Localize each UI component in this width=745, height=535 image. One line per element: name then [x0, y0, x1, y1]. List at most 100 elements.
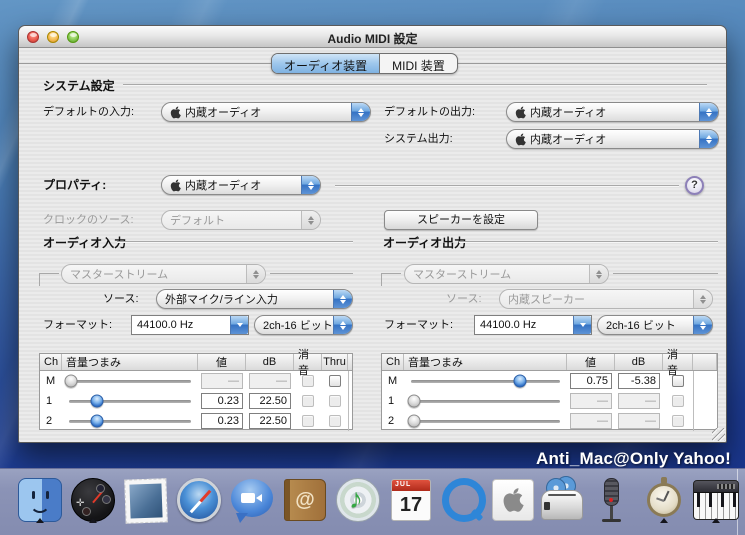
apple-icon: [515, 133, 526, 145]
output-bit-depth-popup[interactable]: 2ch-16 ビット: [597, 315, 713, 335]
col-ch: Ch: [40, 354, 62, 370]
default-output-label: デフォルトの出力:: [384, 106, 476, 118]
configure-speakers-button[interactable]: スピーカーを設定: [384, 210, 538, 230]
output-sample-rate-combo[interactable]: 44100.0 Hz: [474, 315, 592, 335]
db-field[interactable]: 22.50: [249, 393, 291, 409]
dock: ✛ @ ♪ JUL 17: [0, 468, 745, 535]
input-stream-popup: マスターストリーム: [61, 264, 266, 284]
col-thru: Thru: [322, 354, 348, 370]
thru-checkbox[interactable]: [329, 375, 341, 387]
output-row-master: M 0.75 -5.38: [382, 371, 717, 391]
input-row-2: 2 0.23 22.50: [40, 411, 352, 431]
input-sample-rate-combo[interactable]: 44100.0 Hz: [131, 315, 249, 335]
col-value: 値: [567, 354, 615, 370]
popup-arrows-icon: [699, 130, 718, 148]
running-indicator: [36, 518, 44, 523]
system-settings-header: システム設定: [43, 79, 115, 93]
titlebar[interactable]: Audio MIDI 設定: [19, 26, 726, 48]
popup-arrows-icon: [333, 316, 352, 334]
value-field: —: [201, 373, 243, 389]
value-field[interactable]: 0.23: [201, 413, 243, 429]
col-db: dB: [246, 354, 294, 370]
group-corner: [613, 273, 718, 274]
value-field[interactable]: 0.23: [201, 393, 243, 409]
default-input-popup[interactable]: 内蔵オーディオ: [161, 102, 371, 122]
dock-icon-apple-box[interactable]: [489, 476, 537, 524]
popup-arrows-icon: [301, 211, 320, 229]
dock-icon-finder[interactable]: [16, 476, 64, 524]
popup-arrows-icon: [699, 103, 718, 121]
dock-icon-quicktime[interactable]: [440, 476, 488, 524]
desktop: Audio MIDI 設定 オーディオ装置 MIDI 装置 システム設定 デフォ…: [0, 0, 745, 535]
col-volume: 音量つまみ: [62, 354, 198, 370]
system-settings-rule: [123, 84, 707, 86]
system-output-label: システム出力:: [384, 133, 453, 145]
system-output-popup[interactable]: 内蔵オーディオ: [506, 129, 719, 149]
col-ch: Ch: [382, 354, 404, 370]
input-source-popup[interactable]: 外部マイク/ライン入力: [156, 289, 353, 309]
input-bit-depth-popup[interactable]: 2ch-16 ビット: [254, 315, 353, 335]
thru-checkbox: [329, 395, 341, 407]
col-db: dB: [615, 354, 663, 370]
help-button[interactable]: ?: [685, 176, 704, 195]
running-indicator: [712, 518, 720, 523]
db-field: —: [249, 373, 291, 389]
dock-icon-ical[interactable]: JUL 17: [387, 476, 435, 524]
output-source-label: ソース:: [446, 293, 482, 305]
audio-input-rule: [117, 241, 353, 243]
group-corner: [270, 273, 353, 274]
mute-checkbox: [672, 395, 684, 407]
col-volume: 音量つまみ: [404, 354, 567, 370]
audio-output-rule: [459, 241, 718, 243]
channel2-volume-slider: [404, 411, 567, 431]
input-row-master: M — —: [40, 371, 352, 391]
input-format-label: フォーマット:: [43, 319, 113, 331]
properties-device-popup[interactable]: 内蔵オーディオ: [161, 175, 321, 195]
dock-icon-midi-keyboard[interactable]: [692, 476, 740, 524]
group-corner: [39, 273, 59, 274]
input-source-label: ソース:: [103, 293, 139, 305]
combo-arrow-icon: [573, 316, 591, 334]
db-field[interactable]: 22.50: [249, 413, 291, 429]
master-volume-slider: [62, 371, 198, 391]
popup-arrows-icon: [351, 103, 370, 121]
audio-input-header: オーディオ入力: [43, 236, 127, 250]
db-field: —: [618, 393, 660, 409]
channel1-volume-slider[interactable]: [62, 391, 198, 411]
default-input-label: デフォルトの入力:: [43, 106, 135, 118]
popup-arrows-icon: [589, 265, 608, 283]
mute-checkbox[interactable]: [672, 375, 684, 387]
default-output-popup[interactable]: 内蔵オーディオ: [506, 102, 719, 122]
tab-audio-devices[interactable]: オーディオ装置: [272, 54, 380, 73]
clock-source-popup: デフォルト: [161, 210, 321, 230]
dock-icon-toast[interactable]: [538, 476, 586, 524]
apple-icon: [515, 106, 526, 118]
mute-checkbox: [302, 375, 314, 387]
dock-icon-ichat[interactable]: [228, 476, 276, 524]
popup-arrows-icon: [693, 290, 712, 308]
value-field: —: [570, 413, 612, 429]
audio-midi-setup-window: Audio MIDI 設定 オーディオ装置 MIDI 装置 システム設定 デフォ…: [18, 25, 727, 443]
value-field[interactable]: 0.75: [570, 373, 612, 389]
input-mixer-table: Ch 音量つまみ 値 dB 消音 Thru M — — 1 0.23 22.50…: [39, 349, 353, 431]
output-stream-popup: マスターストリーム: [404, 264, 609, 284]
group-corner: [381, 273, 382, 286]
dock-icon-dashboard[interactable]: ✛: [69, 476, 117, 524]
output-source-popup: 内蔵スピーカー: [499, 289, 713, 309]
dock-icon-stopwatch[interactable]: [640, 476, 688, 524]
output-row-1: 1 — —: [382, 391, 717, 411]
db-field[interactable]: -5.38: [618, 373, 660, 389]
device-tab-group: オーディオ装置 MIDI 装置: [271, 53, 458, 74]
channel2-volume-slider[interactable]: [62, 411, 198, 431]
dock-icon-mail[interactable]: [122, 476, 170, 524]
resize-grip[interactable]: [712, 428, 725, 441]
dock-icon-safari[interactable]: [175, 476, 223, 524]
popup-arrows-icon: [693, 316, 712, 334]
combo-arrow-icon: [230, 316, 248, 334]
dock-icon-address-book[interactable]: @: [281, 476, 329, 524]
dock-icon-microphone[interactable]: [588, 476, 636, 524]
desktop-watermark: Anti_Mac@Only Yahoo!: [535, 449, 731, 468]
dock-icon-itunes[interactable]: ♪: [334, 476, 382, 524]
tab-midi-devices[interactable]: MIDI 装置: [379, 54, 457, 73]
master-volume-slider[interactable]: [404, 371, 567, 391]
